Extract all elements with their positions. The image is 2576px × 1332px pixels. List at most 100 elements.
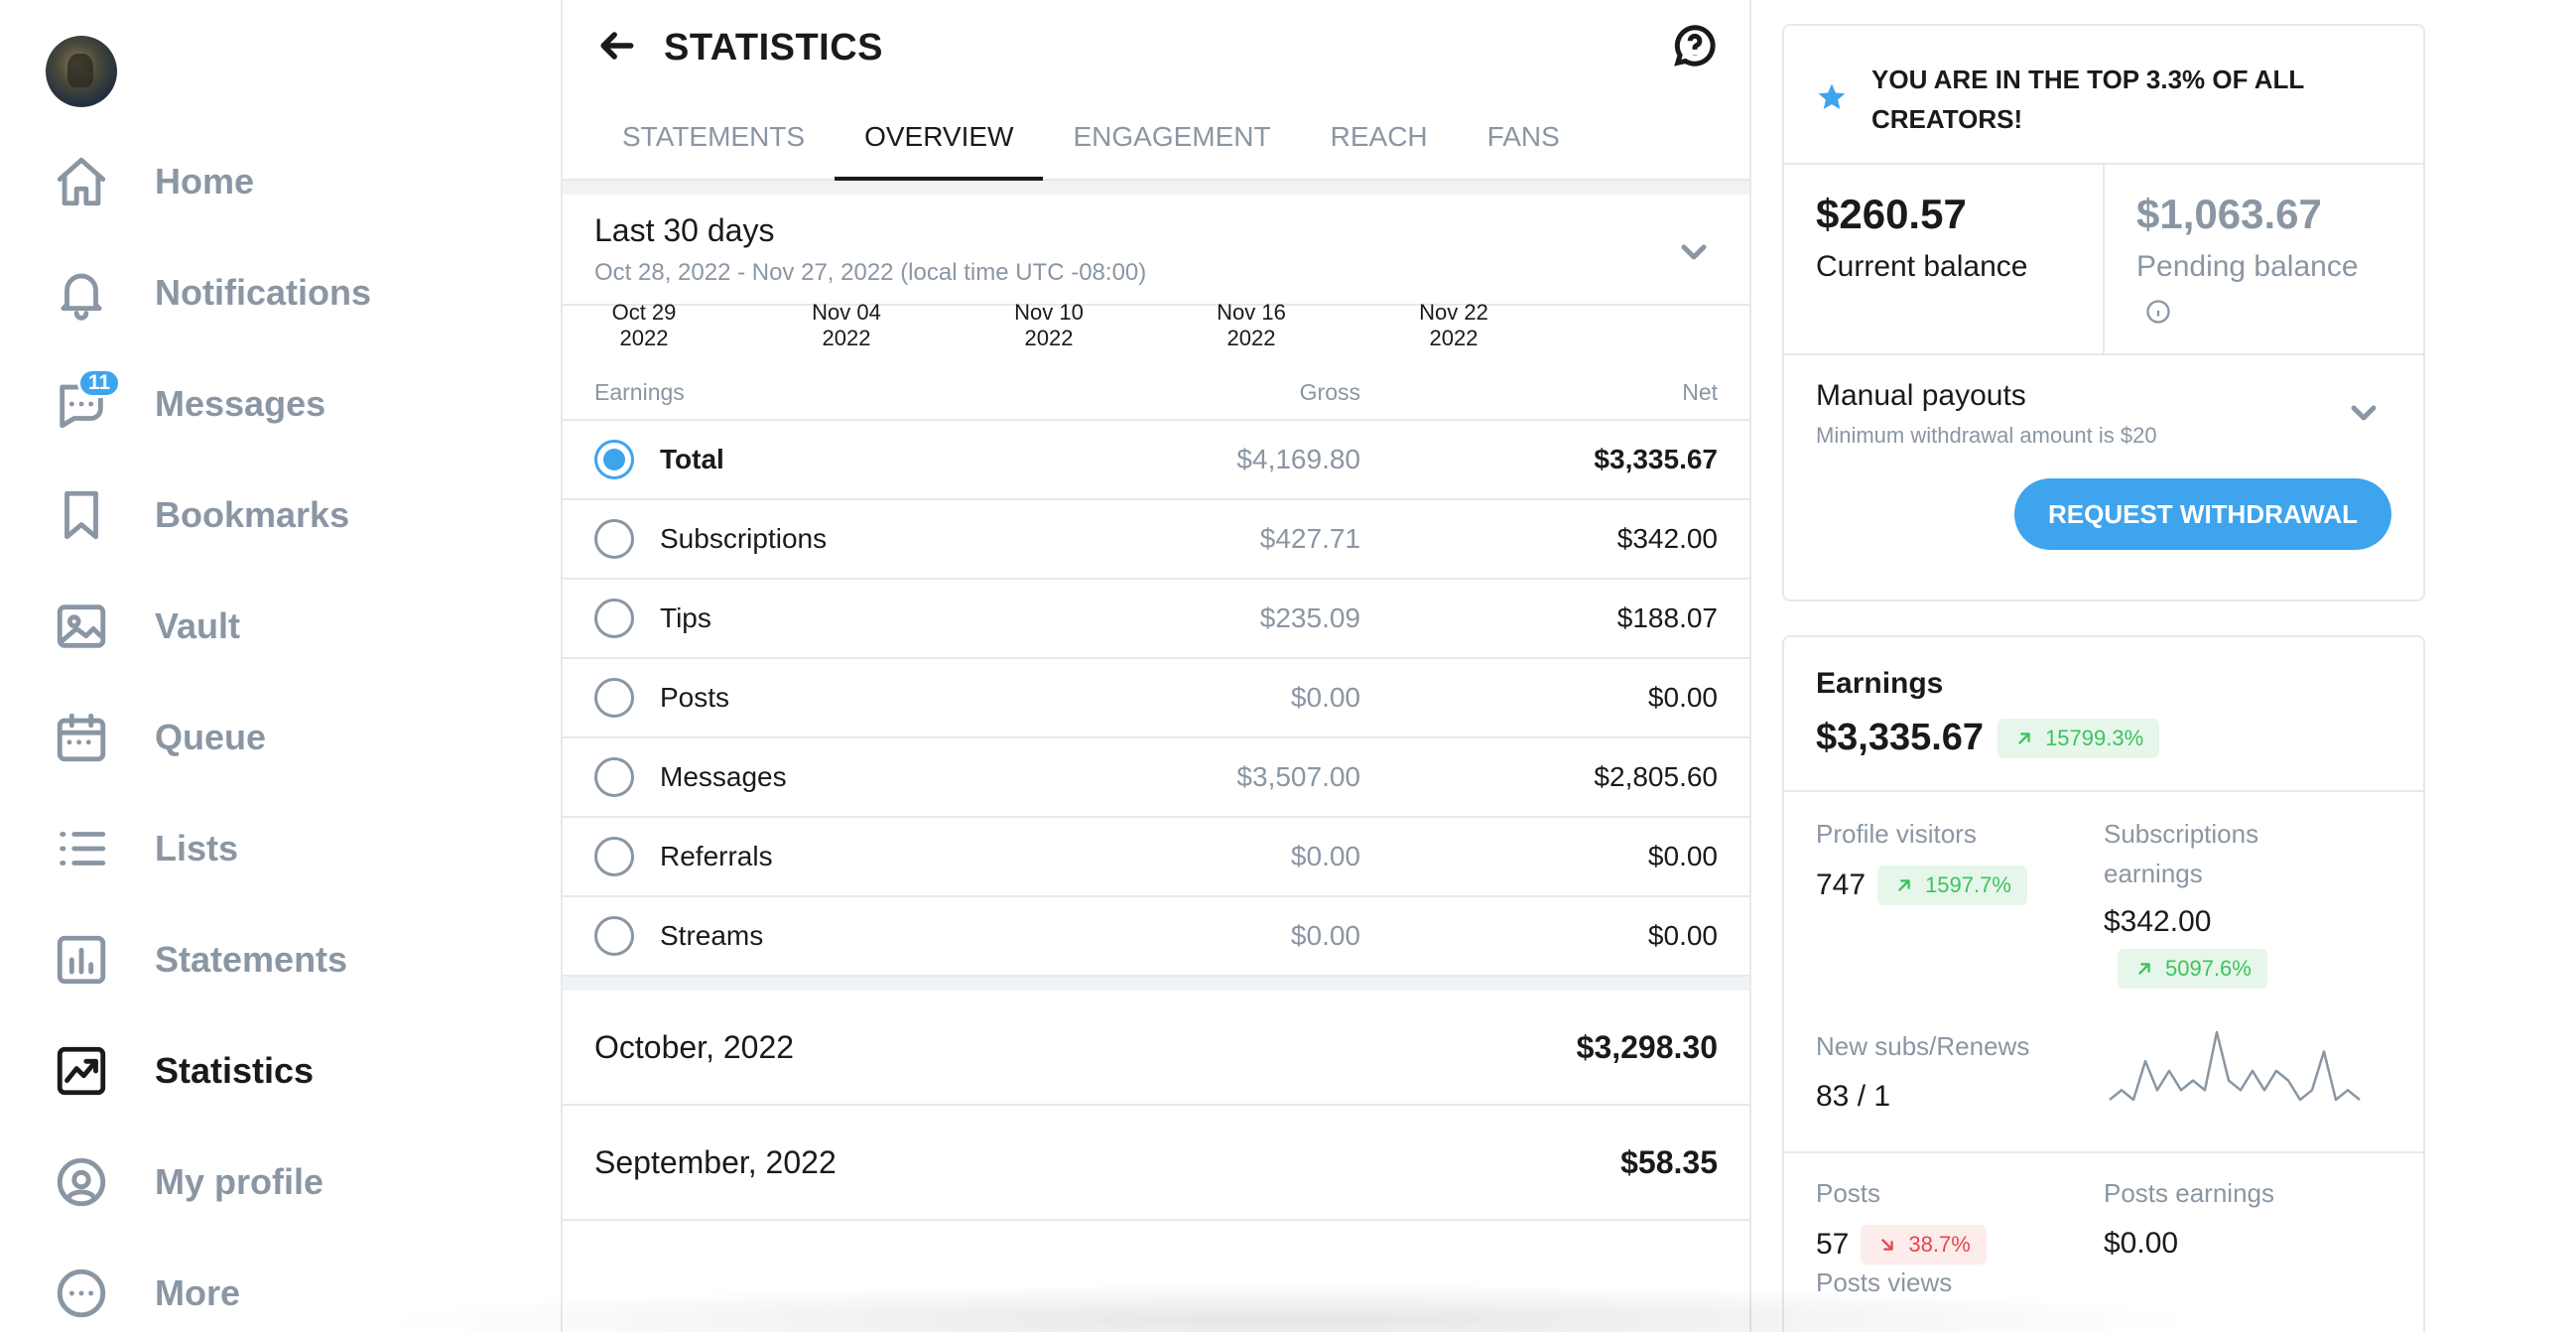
section-divider	[563, 977, 1749, 991]
top-creator-banner: YOU ARE IN THE TOP 3.3% OF ALL CREATORS!	[1784, 26, 2423, 165]
row-label: Referrals	[660, 841, 773, 871]
stat-label: Posts	[1816, 1178, 1881, 1208]
arrow-down-right-icon	[1881, 1239, 1894, 1251]
help-icon[interactable]	[1672, 23, 1718, 73]
posts-stat: Posts 57 38.7%	[1816, 1173, 2104, 1265]
request-withdrawal-button[interactable]: REQUEST WITHDRAWAL	[2014, 478, 2391, 550]
stat-value: $0.00	[2104, 1227, 2179, 1260]
sidebar-item-messages[interactable]: 11 Messages	[50, 364, 526, 444]
radio[interactable]	[594, 837, 634, 876]
col-net: Net	[1682, 378, 1718, 405]
x-tick: Nov 22 2022	[1419, 300, 1488, 350]
row-gross: $235.09	[1259, 602, 1360, 633]
statistics-panel: STATISTICS STATEMENTS OVERVIEW ENGAGEMEN…	[561, 0, 1751, 1332]
month-label: September, 2022	[594, 1143, 837, 1180]
sidebar-item-statistics[interactable]: Statistics	[50, 1031, 526, 1111]
info-icon[interactable]	[2136, 300, 2172, 330]
change-badge-down: 38.7%	[1861, 1225, 1987, 1265]
manual-payouts-dropdown[interactable]: Manual payouts Minimum withdrawal amount…	[1784, 355, 2423, 449]
tab-statements[interactable]: STATEMENTS	[592, 95, 835, 179]
change-badge-up: 1597.7%	[1877, 866, 2027, 905]
tab-reach[interactable]: REACH	[1301, 95, 1458, 179]
earnings-row-posts[interactable]: Posts $0.00 $0.00	[563, 659, 1749, 738]
row-gross: $0.00	[1290, 841, 1360, 871]
sidebar-item-queue[interactable]: Queue	[50, 698, 526, 777]
sidebar-item-label: Messages	[155, 383, 326, 424]
sidebar-item-label: Bookmarks	[155, 494, 350, 535]
sidebar-item-label: Statements	[155, 939, 348, 980]
row-net: $0.00	[1647, 682, 1718, 713]
sidebar-item-statements[interactable]: Statements	[50, 920, 526, 999]
radio[interactable]	[594, 916, 634, 956]
sidebar-item-bookmarks[interactable]: Bookmarks	[50, 475, 526, 555]
sidebar-item-my-profile[interactable]: My profile	[50, 1142, 526, 1222]
tab-engagement[interactable]: ENGAGEMENT	[1043, 95, 1300, 179]
radio[interactable]	[594, 757, 634, 797]
radio-selected[interactable]	[594, 440, 634, 479]
tab-overview[interactable]: OVERVIEW	[835, 95, 1044, 181]
row-gross: $4,169.80	[1236, 444, 1360, 474]
sidebar-item-label: More	[155, 1272, 241, 1313]
earnings-value: $3,335.67	[1816, 717, 1985, 758]
earnings-row-referrals[interactable]: Referrals $0.00 $0.00	[563, 818, 1749, 897]
earnings-row-streams[interactable]: Streams $0.00 $0.00	[563, 897, 1749, 977]
unread-badge: 11	[77, 368, 121, 398]
sidebar-item-home[interactable]: Home	[50, 142, 526, 221]
message-icon: 11	[50, 368, 121, 436]
tab-fans[interactable]: FANS	[1458, 95, 1590, 179]
radio[interactable]	[594, 599, 634, 638]
bar-chart-icon	[50, 928, 113, 992]
earnings-row-tips[interactable]: Tips $235.09 $188.07	[563, 580, 1749, 659]
radio[interactable]	[594, 519, 634, 559]
row-label: Subscriptions	[660, 523, 828, 554]
top-creator-text: YOU ARE IN THE TOP 3.3% OF ALL CREATORS!	[1871, 65, 2304, 134]
stat-value: $342.00	[2104, 905, 2212, 938]
row-net: $342.00	[1616, 523, 1718, 554]
list-icon	[50, 817, 113, 880]
row-net: $188.07	[1616, 602, 1718, 633]
earnings-title: Earnings	[1816, 667, 1944, 700]
image-icon	[50, 595, 113, 658]
month-label: October, 2022	[594, 1028, 795, 1065]
stat-label: Profile visitors	[1816, 819, 1977, 849]
period-range: Oct 28, 2022 - Nov 27, 2022 (local time …	[594, 259, 1147, 286]
sidebar-item-label: Vault	[155, 605, 241, 646]
back-arrow-icon[interactable]	[594, 24, 638, 72]
earnings-row-messages[interactable]: Messages $3,507.00 $2,805.60	[563, 738, 1749, 818]
stat-label: Subscriptions earnings	[2104, 819, 2259, 888]
sidebar-item-more[interactable]: More	[50, 1254, 526, 1332]
row-net: $0.00	[1647, 920, 1718, 951]
sidebar-item-lists[interactable]: Lists	[50, 809, 526, 888]
month-row-october[interactable]: October, 2022 $3,298.30	[563, 991, 1749, 1106]
earnings-row-subscriptions[interactable]: Subscriptions $427.71 $342.00	[563, 500, 1749, 580]
radio[interactable]	[594, 678, 634, 718]
current-balance-value: $260.57	[1816, 191, 1967, 237]
current-balance-label: Current balance	[1816, 250, 2028, 283]
trend-icon	[50, 1039, 113, 1103]
row-net: $3,335.67	[1594, 444, 1718, 474]
sidebar-item-vault[interactable]: Vault	[50, 587, 526, 666]
change-badge-up: 15799.3%	[1997, 718, 2160, 758]
stat-value: 83 / 1	[1816, 1080, 1891, 1113]
earnings-row-total[interactable]: Total $4,169.80 $3,335.67	[563, 421, 1749, 500]
tab-bar: STATEMENTS OVERVIEW ENGAGEMENT REACH FAN…	[563, 95, 1749, 181]
earnings-header: Earnings $3,335.67 15799.3%	[1784, 637, 2423, 792]
new-subs-stat: New subs/Renews 83 / 1	[1816, 1026, 2104, 1151]
row-net: $0.00	[1647, 841, 1718, 871]
stats-row-3: Posts 57 38.7% Posts earnings $0.00	[1784, 1153, 2423, 1265]
stat-label: Posts views	[1816, 1267, 1953, 1297]
month-row-september[interactable]: September, 2022 $58.35	[563, 1106, 1749, 1221]
sidebar-item-notifications[interactable]: Notifications	[50, 253, 526, 333]
bookmark-icon	[50, 483, 113, 547]
more-icon	[50, 1262, 113, 1325]
sidebar-item-label: Notifications	[155, 272, 372, 313]
col-gross: Gross	[1299, 378, 1360, 405]
row-gross: $3,507.00	[1236, 761, 1360, 792]
period-selector[interactable]: Last 30 days Oct 28, 2022 - Nov 27, 2022…	[563, 195, 1749, 306]
sidebar-item-label: Queue	[155, 717, 267, 757]
pending-balance-value: $1,063.67	[2136, 191, 2322, 237]
payout-title: Manual payouts	[1816, 379, 2026, 412]
posts-earnings-stat: Posts earnings $0.00	[2104, 1173, 2391, 1263]
row-label: Streams	[660, 920, 764, 951]
avatar[interactable]	[46, 36, 117, 107]
